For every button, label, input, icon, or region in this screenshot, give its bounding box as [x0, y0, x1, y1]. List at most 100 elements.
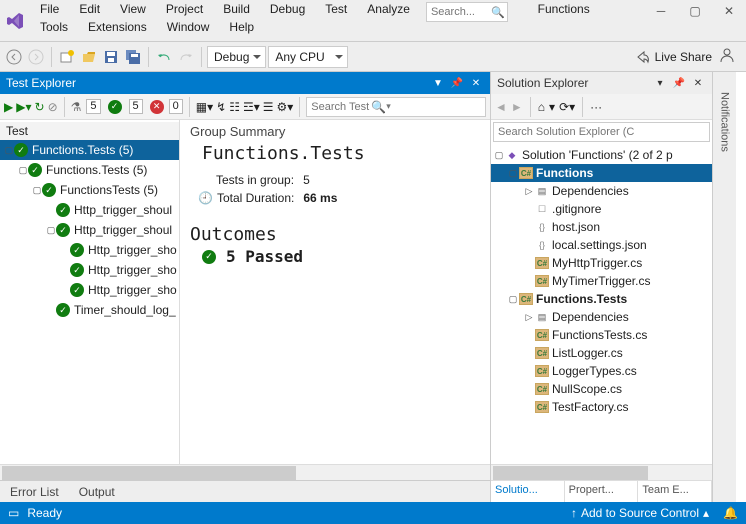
group-button[interactable]: ☷: [229, 100, 240, 114]
redo-button[interactable]: [176, 46, 196, 68]
notification-bell-icon[interactable]: 🔔: [723, 506, 738, 520]
menu-view[interactable]: View: [110, 0, 156, 18]
se-fwd-button[interactable]: ►: [511, 100, 523, 114]
solution-tree-row[interactable]: NullScope.cs: [491, 380, 712, 398]
bottom-tab-error-list[interactable]: Error List: [0, 482, 69, 502]
se-more-button[interactable]: ···: [590, 100, 602, 114]
test-tree-row[interactable]: Timer_should_log_: [0, 300, 179, 320]
solution-tree-row[interactable]: MyTimerTrigger.cs: [491, 272, 712, 290]
solution-tree-row[interactable]: ListLogger.cs: [491, 344, 712, 362]
expander-icon[interactable]: ▢: [4, 145, 14, 156]
menu-help[interactable]: Help: [219, 18, 264, 36]
menu-extensions[interactable]: Extensions: [78, 18, 157, 36]
expander-icon[interactable]: ▢: [507, 168, 519, 179]
columns-button[interactable]: ☲▾: [243, 100, 260, 114]
expander-icon[interactable]: ▷: [523, 312, 535, 323]
menu-window[interactable]: Window: [157, 18, 220, 36]
solution-tree-row[interactable]: ▢Functions: [491, 164, 712, 182]
test-tree-row[interactable]: Http_trigger_sho: [0, 260, 179, 280]
menu-edit[interactable]: Edit: [69, 0, 110, 18]
menu-test[interactable]: Test: [315, 0, 357, 18]
maximize-button[interactable]: ▢: [678, 0, 712, 22]
expander-icon[interactable]: ▢: [46, 225, 56, 236]
se-scope-button[interactable]: ▾: [549, 100, 555, 114]
test-tree-row[interactable]: ▢Http_trigger_shoul: [0, 220, 179, 240]
nav-back-button[interactable]: [4, 46, 24, 68]
expander-icon[interactable]: ▷: [523, 186, 535, 197]
menu-build[interactable]: Build: [213, 0, 260, 18]
se-back-button[interactable]: ◄: [495, 100, 507, 114]
global-search[interactable]: 🔍: [426, 2, 508, 22]
pin-icon[interactable]: 📌: [671, 75, 687, 91]
menu-file[interactable]: File: [30, 0, 69, 18]
minimize-button[interactable]: ─: [644, 0, 678, 22]
expander-icon[interactable]: ▢: [18, 165, 28, 176]
se-sync-button[interactable]: ⟳▾: [559, 100, 575, 114]
close-button[interactable]: ✕: [712, 0, 746, 22]
solution-tree-row[interactable]: MyHttpTrigger.cs: [491, 254, 712, 272]
close-icon[interactable]: ✕: [690, 75, 706, 91]
chevron-down-icon[interactable]: ▾: [386, 101, 391, 112]
horizontal-scrollbar[interactable]: [0, 464, 490, 480]
run-button[interactable]: ▶▾: [16, 100, 31, 114]
solution-search-input[interactable]: [493, 122, 710, 142]
config-combo[interactable]: Debug: [207, 46, 266, 68]
solution-tree-row[interactable]: ▷▤Dependencies: [491, 182, 712, 200]
solution-tree-row[interactable]: {}host.json: [491, 218, 712, 236]
menu-project[interactable]: Project: [156, 0, 213, 18]
solution-tree-row[interactable]: ▢Functions.Tests: [491, 290, 712, 308]
solution-search[interactable]: [493, 122, 710, 142]
global-search-input[interactable]: [431, 4, 491, 20]
solution-tree-row[interactable]: LoggerTypes.cs: [491, 362, 712, 380]
test-tree-row[interactable]: Http_trigger_shoul: [0, 200, 179, 220]
source-control-button[interactable]: ↑ Add to Source Control ▴: [571, 506, 709, 520]
solution-tree[interactable]: ▢ ◆ Solution 'Functions' (2 of 2 p ▢Func…: [491, 144, 712, 464]
settings-button[interactable]: ⚙▾: [277, 100, 294, 114]
stop-button[interactable]: ⊘: [48, 100, 58, 114]
repeat-button[interactable]: ↻: [35, 100, 45, 114]
test-tree-row[interactable]: ▢Functions.Tests (5): [0, 140, 179, 160]
open-button[interactable]: [79, 46, 99, 68]
se-home-button[interactable]: ⌂: [538, 100, 545, 114]
playlist-button[interactable]: ☰: [263, 100, 274, 114]
test-tree[interactable]: Test ▢Functions.Tests (5)▢Functions.Test…: [0, 120, 180, 464]
expander-icon[interactable]: ▢: [507, 294, 519, 305]
se-view-tab[interactable]: Team E...: [638, 481, 712, 502]
menu-debug[interactable]: Debug: [260, 0, 315, 18]
outcome-passed[interactable]: 5 Passed: [226, 247, 303, 266]
nav-fwd-button[interactable]: [26, 46, 46, 68]
test-tree-row[interactable]: ▢Functions.Tests (5): [0, 160, 179, 180]
run-all-button[interactable]: ▶: [4, 100, 13, 114]
platform-combo[interactable]: Any CPU: [268, 46, 348, 68]
filter-button[interactable]: ↯: [216, 100, 226, 114]
test-search-input[interactable]: [311, 99, 371, 115]
test-tree-row[interactable]: ▢FunctionsTests (5): [0, 180, 179, 200]
menu-tools[interactable]: Tools: [30, 18, 78, 36]
save-all-button[interactable]: [123, 46, 143, 68]
expander-icon[interactable]: ▢: [32, 185, 42, 196]
se-view-tab[interactable]: Solutio...: [491, 481, 565, 502]
solution-tree-row[interactable]: ▷▤Dependencies: [491, 308, 712, 326]
save-button[interactable]: [101, 46, 121, 68]
close-icon[interactable]: ✕: [468, 75, 484, 91]
solution-node[interactable]: ▢ ◆ Solution 'Functions' (2 of 2 p: [491, 146, 712, 164]
bottom-tab-output[interactable]: Output: [69, 482, 125, 502]
undo-button[interactable]: [154, 46, 174, 68]
test-tree-row[interactable]: Http_trigger_sho: [0, 240, 179, 260]
solution-tree-row[interactable]: ☐.gitignore: [491, 200, 712, 218]
se-view-tab[interactable]: Propert...: [565, 481, 639, 502]
user-icon[interactable]: [718, 46, 736, 67]
expander-icon[interactable]: ▢: [493, 150, 505, 161]
dropdown-icon[interactable]: ▾: [652, 75, 668, 91]
solution-tree-row[interactable]: TestFactory.cs: [491, 398, 712, 416]
live-share-button[interactable]: Live Share: [635, 49, 712, 65]
test-tree-row[interactable]: Http_trigger_sho: [0, 280, 179, 300]
solution-tree-row[interactable]: {}local.settings.json: [491, 236, 712, 254]
menu-analyze[interactable]: Analyze: [357, 0, 420, 18]
view-button[interactable]: ▦▾: [196, 100, 213, 114]
dropdown-icon[interactable]: ▼: [430, 75, 446, 91]
pin-icon[interactable]: 📌: [449, 75, 465, 91]
new-project-button[interactable]: [57, 46, 77, 68]
se-horizontal-scrollbar[interactable]: [491, 464, 712, 480]
solution-tree-row[interactable]: FunctionsTests.cs: [491, 326, 712, 344]
